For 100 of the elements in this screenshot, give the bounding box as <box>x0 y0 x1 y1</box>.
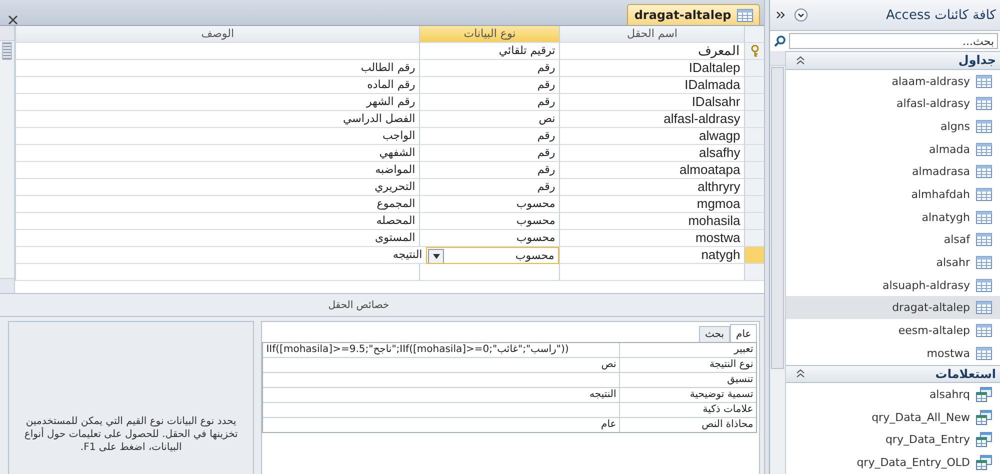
table-cell: رقم <box>419 179 560 196</box>
query-icon <box>976 432 992 448</box>
table-cell: المستوى <box>15 230 420 247</box>
property-label: تسمية توضيحية <box>619 388 756 402</box>
row-selector[interactable] <box>744 77 764 94</box>
nav-item[interactable]: alsaf <box>786 228 1000 252</box>
table-cell: IDaltalep <box>559 60 744 77</box>
collapse-icon <box>796 56 806 65</box>
nav-item[interactable]: alsuaph-aldrasy <box>786 274 1000 296</box>
nav-item[interactable]: qry_Data_Entry_OLD <box>786 451 1000 474</box>
table-cell: alwagp <box>559 128 744 145</box>
table-icon <box>976 210 992 224</box>
table-cell: IDalsahr <box>559 94 744 111</box>
column-header[interactable]: نوع البيانات <box>419 26 560 43</box>
property-value[interactable]: عام <box>263 418 620 432</box>
dropdown-button[interactable] <box>428 249 444 263</box>
row-selector[interactable] <box>744 94 764 111</box>
table-cell: رقم <box>419 128 560 145</box>
table-cell: almoatapa <box>559 162 744 179</box>
row-selector[interactable] <box>744 60 764 77</box>
table-cell: alfasl-aldrasy <box>559 111 744 128</box>
table-cell: althryry <box>559 179 744 196</box>
nav-item[interactable]: almada <box>786 138 1000 160</box>
nav-item[interactable]: almhafdah <box>786 183 1000 206</box>
group-header[interactable]: جداول <box>786 51 1000 70</box>
table-cell: رقم <box>419 60 560 77</box>
scrollbar[interactable] <box>770 51 786 474</box>
nav-item[interactable]: eesm-altalep <box>786 319 1000 342</box>
scrollbar[interactable] <box>0 26 15 293</box>
nav-item[interactable]: algns <box>786 115 1000 138</box>
collapse-icon <box>796 369 806 378</box>
collapse-icon <box>776 11 786 19</box>
table-cell: المحصله <box>15 213 420 230</box>
property-value[interactable]: نص <box>263 358 620 372</box>
nav-item[interactable]: almadrasa <box>786 160 1000 184</box>
table-icon <box>976 346 992 360</box>
query-icon <box>976 455 992 470</box>
row-selector[interactable] <box>744 247 764 264</box>
table-cell: mgmoa <box>559 196 744 213</box>
table-cell: رقم <box>419 162 560 179</box>
nav-item[interactable]: alsahr <box>786 251 1000 274</box>
property-value[interactable]: النتيجه <box>263 388 620 402</box>
nav-item[interactable]: dragat-altalep <box>786 296 1000 320</box>
row-selector[interactable] <box>744 162 764 179</box>
document-tab[interactable]: dragat-altalep <box>627 4 760 25</box>
table-cell: IDalmada <box>559 77 744 94</box>
table-cell: المجموع <box>15 196 420 213</box>
row-selector[interactable] <box>744 145 764 162</box>
nav-item[interactable]: qry_Data_Entry <box>786 428 1000 452</box>
key-icon <box>750 45 759 57</box>
table-cell: التحريري <box>15 179 420 196</box>
table-icon <box>976 278 992 292</box>
row-selector[interactable] <box>744 264 764 281</box>
table-cell: mostwa <box>559 230 744 247</box>
nav-item[interactable]: alnatygh <box>786 206 1000 228</box>
nav-item[interactable]: alfasl-aldrasy <box>786 92 1000 116</box>
column-header[interactable]: اسم الحقل <box>559 26 744 43</box>
table-icon <box>976 256 992 269</box>
query-icon <box>976 387 992 402</box>
row-selector[interactable] <box>744 196 764 213</box>
table-icon <box>976 324 992 337</box>
property-label: علامات ذكية <box>619 403 756 417</box>
property-label: نوع النتيجة <box>619 358 756 372</box>
search-field[interactable]: بحث... <box>789 33 998 49</box>
property-label: تعبير <box>619 343 756 357</box>
row-selector[interactable] <box>744 230 764 247</box>
column-header[interactable]: الوصف <box>15 26 420 43</box>
table-cell: رقم الطالب <box>15 60 420 77</box>
nav-item[interactable]: alaam-aldrasy <box>786 70 1000 92</box>
nav-item[interactable]: qry_Data_All_New <box>786 406 1000 429</box>
property-tab[interactable]: بحث <box>698 326 730 342</box>
table-cell: الشفهي <box>15 145 420 162</box>
table-icon <box>976 120 992 133</box>
property-tab[interactable]: عام <box>730 324 758 342</box>
table-cell: رقم <box>419 77 560 94</box>
group-header[interactable]: استعلامات <box>786 364 1000 384</box>
table-cell: رقم <box>419 145 560 162</box>
table-cell: محسوب <box>419 213 560 230</box>
property-label: تنسيق <box>619 373 756 387</box>
help-text: يحدد نوع البيانات نوع القيم التي يمكن للمستخدمين تخزينها في الحقل. للحصول على تعليمات حول أنواع البيانات، اضغط على F1. <box>23 415 239 454</box>
row-selector[interactable] <box>744 128 764 145</box>
row-selector[interactable] <box>744 213 764 230</box>
search-icon <box>774 35 786 47</box>
table-icon <box>976 165 992 178</box>
row-selector[interactable] <box>744 179 764 196</box>
pane-title: كافة كائنات Access <box>886 8 996 22</box>
table-cell: محسوب <box>419 230 560 247</box>
table-icon <box>976 142 992 156</box>
caret-icon <box>432 254 440 259</box>
table-icon <box>976 301 992 314</box>
table-cell: رقم الماده <box>15 77 420 94</box>
query-icon <box>976 410 992 425</box>
row-selector[interactable] <box>744 111 764 128</box>
dropdown-icon <box>794 8 808 22</box>
nav-item[interactable]: alsahrq <box>786 383 1000 406</box>
row-selector[interactable] <box>744 43 764 60</box>
table-cell: الفصل الدراسي <box>15 111 420 128</box>
table-icon <box>976 97 992 110</box>
nav-item[interactable]: mostwa <box>786 342 1000 364</box>
property-value[interactable]: IIf([mohasila]>=9.5;"ناجح";IIf([mohasila]>=0;"راسب";"غائب")) <box>263 343 620 357</box>
